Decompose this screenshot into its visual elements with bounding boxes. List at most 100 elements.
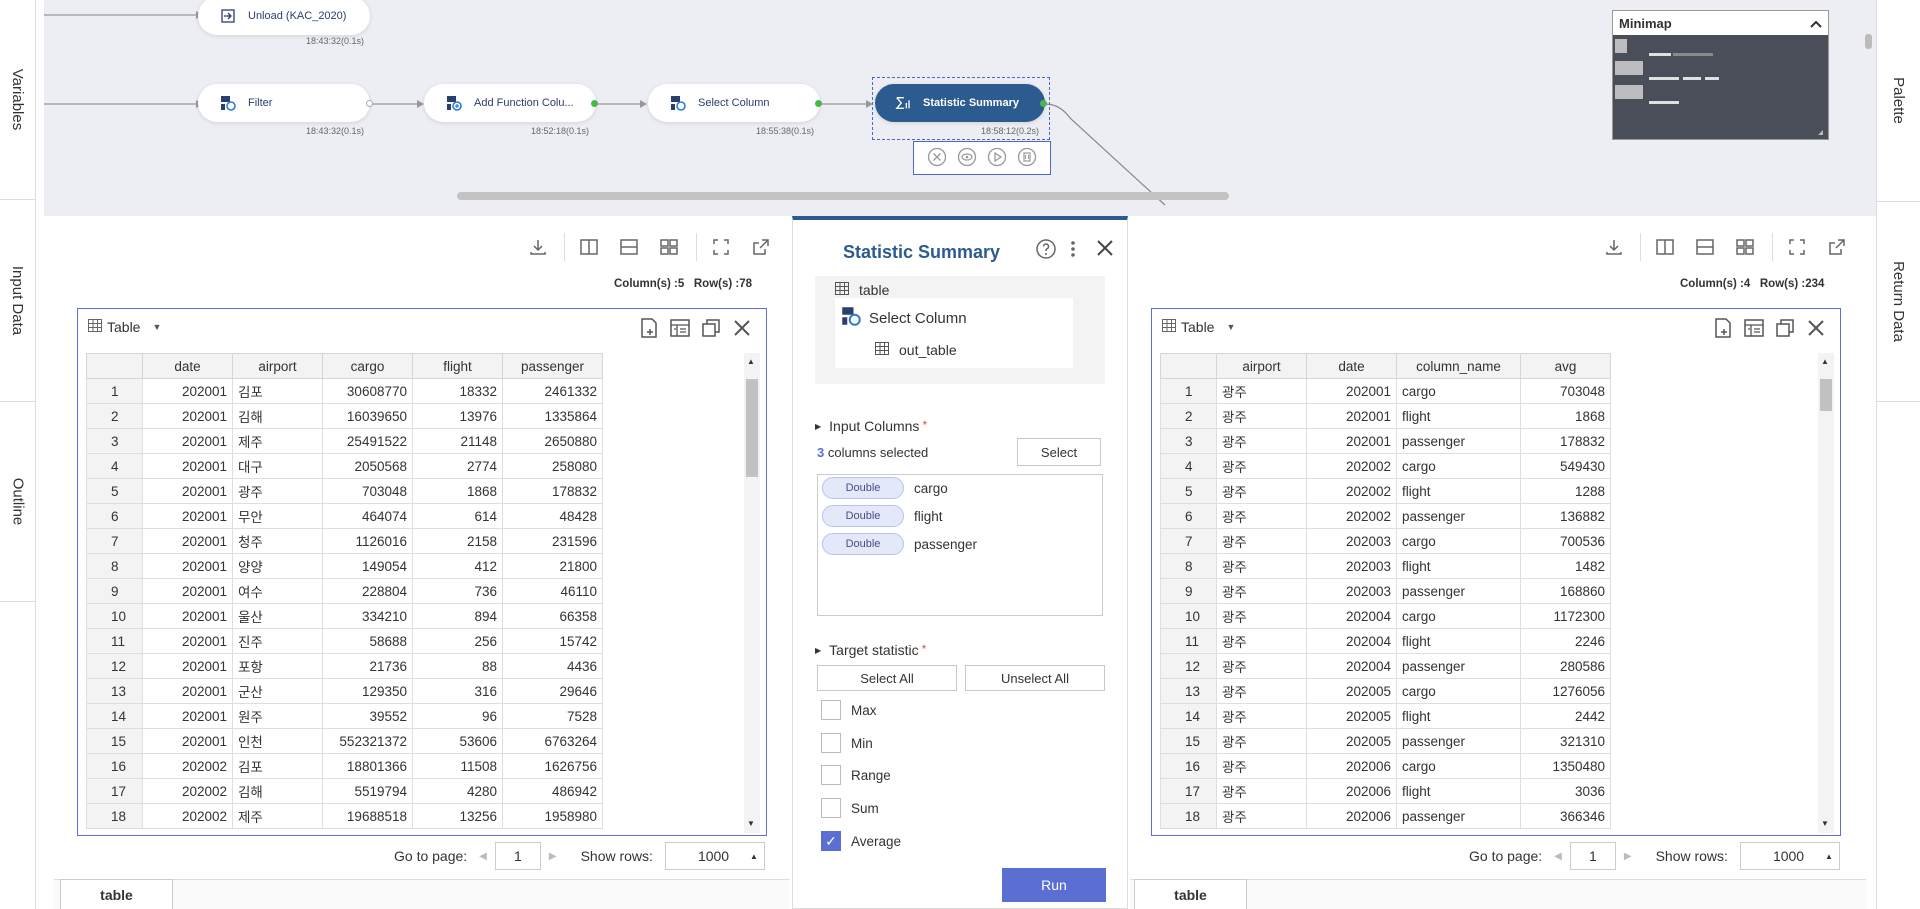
table-vertical-scrollbar[interactable]: ▲ ▼: [1818, 353, 1834, 833]
table-cell[interactable]: 231596: [502, 528, 603, 554]
download-icon[interactable]: [1603, 236, 1625, 258]
node-filter[interactable]: Filter: [198, 84, 370, 122]
table-cell[interactable]: 178832: [502, 478, 603, 504]
table-cell[interactable]: 129350: [322, 678, 413, 704]
column-header[interactable]: date: [1306, 353, 1397, 379]
table-cell[interactable]: 2461332: [502, 378, 603, 404]
spinner-up-icon[interactable]: ▲: [750, 852, 758, 861]
table-cell[interactable]: 광주: [1216, 503, 1307, 529]
table-cell[interactable]: 21148: [412, 428, 503, 454]
table-cell[interactable]: 13976: [412, 403, 503, 429]
table-cell[interactable]: 15742: [502, 628, 603, 654]
table-cell[interactable]: 202001: [142, 653, 233, 679]
prev-page-icon[interactable]: ◀: [1554, 851, 1562, 862]
table-cell[interactable]: 1958980: [502, 803, 603, 829]
node-select-column-port[interactable]: [815, 100, 822, 107]
table-cell[interactable]: flight: [1396, 703, 1521, 729]
table-cell[interactable]: 3036: [1520, 778, 1611, 804]
table-row[interactable]: 16 202002 김포 18801366 11508 1626756: [86, 753, 603, 779]
table-cell[interactable]: 김해: [232, 778, 323, 804]
table-cell[interactable]: 30608770: [322, 378, 413, 404]
table-cell[interactable]: 광주: [1216, 803, 1307, 829]
table-cell[interactable]: 202006: [1306, 753, 1397, 779]
expand-icon[interactable]: [1786, 236, 1808, 258]
table-cell[interactable]: 광주: [1216, 528, 1307, 554]
table-cell[interactable]: passenger: [1396, 728, 1521, 754]
table-cell[interactable]: 광주: [1216, 578, 1307, 604]
table-cell[interactable]: 202006: [1306, 803, 1397, 829]
table-cell[interactable]: 258080: [502, 453, 603, 479]
node-unload[interactable]: Unload (KAC_2020): [198, 0, 370, 35]
table-row[interactable]: 8 광주 202003 flight 1482: [1160, 553, 1611, 579]
table-cell[interactable]: 96: [412, 703, 503, 729]
table-cell[interactable]: 202002: [1306, 453, 1397, 479]
table-cell[interactable]: 202003: [1306, 528, 1397, 554]
column-header[interactable]: airport: [232, 353, 323, 379]
column-header[interactable]: column_name: [1396, 353, 1521, 379]
spinner-up-icon[interactable]: ▲: [1825, 852, 1833, 861]
table-row[interactable]: 18 광주 202006 passenger 366346: [1160, 803, 1611, 829]
table-cell[interactable]: 202001: [142, 628, 233, 654]
table-cell[interactable]: 202001: [142, 528, 233, 554]
table-row[interactable]: 6 광주 202002 passenger 136882: [1160, 503, 1611, 529]
column-header[interactable]: date: [142, 353, 233, 379]
table-cell[interactable]: 29646: [502, 678, 603, 704]
table-cell[interactable]: 700536: [1520, 528, 1611, 554]
table-cell[interactable]: 202005: [1306, 678, 1397, 704]
table-cell[interactable]: 11508: [412, 753, 503, 779]
table-row[interactable]: 17 광주 202006 flight 3036: [1160, 778, 1611, 804]
table-cell[interactable]: flight: [1396, 478, 1521, 504]
table-cell[interactable]: 202001: [142, 478, 233, 504]
canvas-horizontal-scrollbar[interactable]: [457, 192, 1229, 200]
run-button[interactable]: Run: [1002, 868, 1106, 902]
table-cell[interactable]: 321310: [1520, 728, 1611, 754]
table-cell[interactable]: 486942: [502, 778, 603, 804]
tab-input-data[interactable]: Input Data: [0, 200, 36, 402]
table-cell[interactable]: 2442: [1520, 703, 1611, 729]
table-cell[interactable]: 1350480: [1520, 753, 1611, 779]
table-cell[interactable]: 포항: [232, 653, 323, 679]
table-row[interactable]: 1 202001 김포 30608770 18332 2461332: [86, 378, 603, 404]
tree-root[interactable]: table: [835, 282, 889, 298]
table-cell[interactable]: 202002: [1306, 503, 1397, 529]
table-cell[interactable]: cargo: [1396, 678, 1521, 704]
table-row[interactable]: 16 광주 202006 cargo 1350480: [1160, 753, 1611, 779]
table-row[interactable]: 10 202001 울산 334210 894 66358: [86, 603, 603, 629]
table-cell[interactable]: 202004: [1306, 603, 1397, 629]
table-cell[interactable]: passenger: [1396, 653, 1521, 679]
table-row[interactable]: 10 광주 202004 cargo 1172300: [1160, 603, 1611, 629]
show-rows-select[interactable]: 1000 ▲: [664, 842, 765, 870]
close-icon[interactable]: [731, 317, 753, 342]
table-cell[interactable]: 광주: [1216, 728, 1307, 754]
table-cell[interactable]: 제주: [232, 803, 323, 829]
table-cell[interactable]: 13256: [412, 803, 503, 829]
table-vertical-scrollbar[interactable]: ▲ ▼: [744, 353, 760, 833]
table-cell[interactable]: 여수: [232, 578, 323, 604]
table-cell[interactable]: 제주: [232, 428, 323, 454]
minimap[interactable]: Minimap: [1612, 10, 1829, 140]
table-cell[interactable]: flight: [1396, 403, 1521, 429]
tree-node[interactable]: Select Column: [841, 306, 967, 330]
table-cell[interactable]: 광주: [1216, 653, 1307, 679]
table-cell[interactable]: 광주: [1216, 403, 1307, 429]
table-cell[interactable]: 58688: [322, 628, 413, 654]
table-cell[interactable]: passenger: [1396, 803, 1521, 829]
split-horizontal-icon[interactable]: [1694, 236, 1716, 258]
table-cell[interactable]: 25491522: [322, 428, 413, 454]
split-horizontal-icon[interactable]: [618, 236, 640, 258]
close-icon[interactable]: [1805, 317, 1827, 342]
table-cell[interactable]: 광주: [1216, 428, 1307, 454]
checkbox-min[interactable]: [821, 733, 841, 753]
table-cell[interactable]: 울산: [232, 603, 323, 629]
table-cell[interactable]: 대구: [232, 453, 323, 479]
table-cell[interactable]: 202001: [142, 403, 233, 429]
table-cell[interactable]: 2650880: [502, 428, 603, 454]
delete-icon[interactable]: [1017, 147, 1037, 170]
checkbox-sum[interactable]: [821, 798, 841, 818]
table-cell[interactable]: 316: [412, 678, 503, 704]
table-row[interactable]: 15 광주 202005 passenger 321310: [1160, 728, 1611, 754]
table-cell[interactable]: 703048: [322, 478, 413, 504]
table-cell[interactable]: 16039650: [322, 403, 413, 429]
tree-child[interactable]: out_table: [875, 342, 957, 358]
node-select-column[interactable]: Select Column: [648, 84, 820, 122]
